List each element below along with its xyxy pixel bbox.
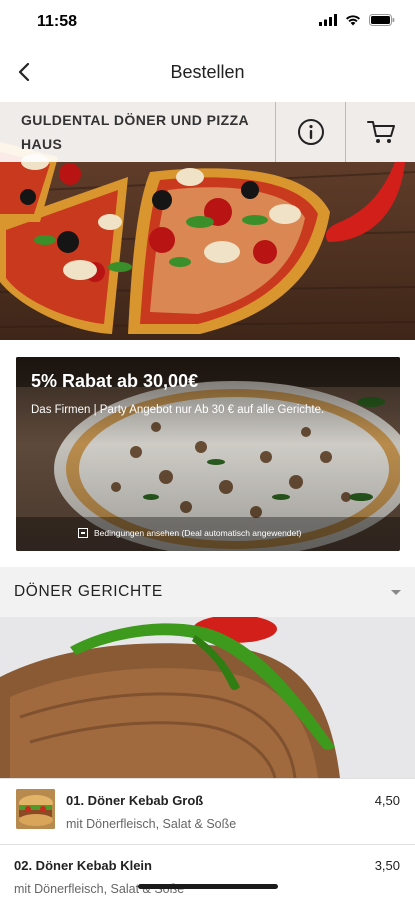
cart-icon xyxy=(366,121,395,143)
home-indicator[interactable] xyxy=(138,884,278,889)
doener-meat-image xyxy=(0,617,415,778)
status-icons xyxy=(319,14,395,26)
item-name: 02. Döner Kebab Klein xyxy=(14,858,152,873)
item-description: mit Dönerfleisch, Salat & Soße xyxy=(66,817,237,831)
shop-name: GULDENTAL DÖNER UND PIZZA HAUS xyxy=(21,112,249,152)
status-bar: 11:58 xyxy=(0,0,415,46)
section-header-doener[interactable]: DÖNER GERICHTE xyxy=(0,567,415,617)
status-time: 11:58 xyxy=(37,13,78,30)
shop-header: GULDENTAL DÖNER UND PIZZA HAUS xyxy=(0,102,415,162)
deal-card[interactable]: 5% Rabat ab 30,00€ Das Firmen | Party An… xyxy=(16,357,400,551)
shop-info-button[interactable] xyxy=(276,102,345,162)
conditions-icon xyxy=(78,528,88,538)
item-name: 01. Döner Kebab Groß xyxy=(66,793,204,808)
menu-item[interactable]: 01. Döner Kebab Groß mit Dönerfleisch, S… xyxy=(0,778,415,844)
item-price: 4,50 xyxy=(374,793,400,808)
nav-bar: Bestellen xyxy=(0,46,415,102)
chevron-down-icon xyxy=(391,590,401,595)
cart-button[interactable] xyxy=(346,102,415,162)
section-title: DÖNER GERICHTE xyxy=(14,583,163,600)
page-title: Bestellen xyxy=(170,62,245,82)
deal-conditions-text: Bedingungen ansehen (Deal automatisch an… xyxy=(94,528,302,538)
item-price: 3,50 xyxy=(374,858,400,873)
item-thumbnail xyxy=(16,789,55,829)
doener-thumbnail-image xyxy=(16,789,55,829)
info-icon xyxy=(297,119,324,145)
deal-conditions-link[interactable]: Bedingungen ansehen (Deal automatisch an… xyxy=(78,528,301,538)
shop-hero: GULDENTAL DÖNER UND PIZZA HAUS xyxy=(0,102,415,340)
signal-icon xyxy=(319,14,337,26)
section-image-doener xyxy=(0,617,415,778)
deal-footer: Bedingungen ansehen (Deal automatisch an… xyxy=(16,517,400,551)
deal-description: Das Firmen | Party Angebot nur Ab 30 € a… xyxy=(31,404,325,416)
wifi-icon xyxy=(346,15,360,26)
menu-item[interactable]: 02. Döner Kebab Klein mit Dönerfleisch, … xyxy=(0,844,415,900)
deal-title: 5% Rabat ab 30,00€ xyxy=(31,371,199,391)
battery-icon xyxy=(369,14,395,26)
